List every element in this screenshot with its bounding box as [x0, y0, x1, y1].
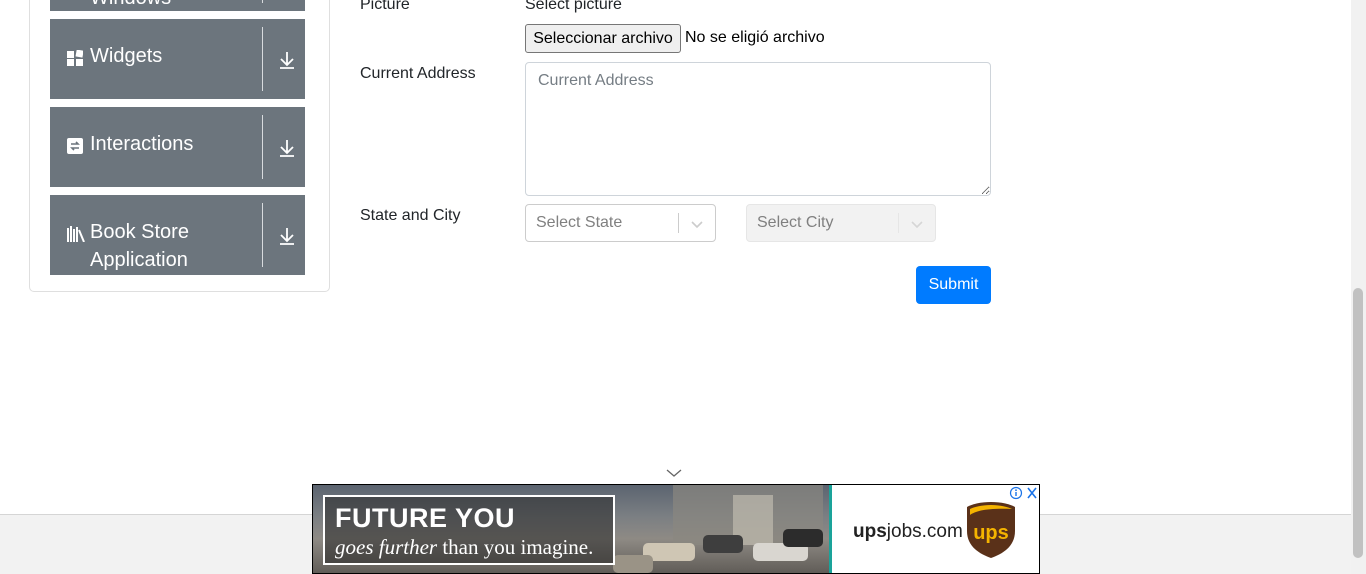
city-select[interactable]: Select City: [746, 204, 936, 242]
interactions-icon: [67, 138, 83, 154]
ad-site-bold: ups: [853, 521, 887, 542]
ad-site[interactable]: upsjobs.com: [853, 521, 963, 543]
sidebar-group-book-store[interactable]: Book Store Application: [50, 195, 305, 275]
widgets-icon: [67, 50, 83, 66]
book-store-icon: [67, 226, 85, 242]
current-address-input[interactable]: [525, 62, 991, 196]
ad-headline-box: FUTURE YOU goes further than you imagine…: [323, 495, 615, 565]
advertisement-banner[interactable]: FUTURE YOU goes further than you imagine…: [312, 484, 1040, 574]
chevron-down-icon[interactable]: [665, 467, 683, 479]
divider: [262, 27, 263, 91]
state-city-label: State and City: [360, 207, 461, 224]
file-status: No se eligió archivo: [685, 29, 825, 46]
ad-close-icon: [1027, 487, 1037, 499]
ad-info-icon[interactable]: [1009, 486, 1039, 500]
current-address-label: Current Address: [360, 65, 476, 82]
ad-subline-italic: goes further: [335, 535, 438, 559]
divider: [262, 203, 263, 267]
state-select[interactable]: Select State: [525, 204, 716, 242]
sidebar-group-label-line2: Application: [90, 249, 188, 271]
download-icon[interactable]: [278, 50, 296, 70]
ad-site-rest: jobs.com: [886, 521, 963, 542]
download-icon[interactable]: [278, 138, 296, 158]
ad-headline: FUTURE YOU: [335, 503, 516, 533]
sidebar-group-widgets[interactable]: Widgets: [50, 19, 305, 99]
sidebar-group-label: Windows: [90, 0, 171, 12]
chevron-down-icon[interactable]: [909, 216, 925, 232]
sidebar-group-label: Interactions: [90, 133, 194, 155]
ups-logo-icon: ups: [967, 502, 1015, 558]
ad-subline-rest: than you imagine.: [437, 535, 594, 559]
submit-button[interactable]: Submit: [916, 266, 991, 304]
ad-subline: goes further than you imagine.: [335, 535, 593, 560]
choose-file-button[interactable]: Seleccionar archivo: [525, 24, 681, 53]
sidebar-group-interactions[interactable]: Interactions: [50, 107, 305, 187]
city-select-placeholder: Select City: [757, 214, 834, 231]
picture-label: Picture: [360, 0, 410, 13]
sidebar-group-windows[interactable]: Windows: [50, 0, 305, 11]
ups-logo-text: ups: [973, 522, 1009, 544]
scrollbar[interactable]: [1351, 0, 1366, 574]
divider: [262, 0, 263, 3]
download-icon[interactable]: [278, 226, 296, 246]
sidebar-group-label: Book Store: [90, 221, 189, 243]
chevron-down-icon[interactable]: [689, 216, 705, 232]
select-separator: [898, 213, 899, 233]
scrollbar-thumb[interactable]: [1353, 288, 1363, 558]
ad-accent-stripe: [829, 485, 832, 573]
state-select-placeholder: Select State: [536, 214, 623, 231]
sidebar-group-label: Widgets: [90, 45, 163, 67]
select-separator: [678, 213, 679, 233]
divider: [262, 115, 263, 179]
picture-hint: Select picture: [525, 0, 622, 13]
